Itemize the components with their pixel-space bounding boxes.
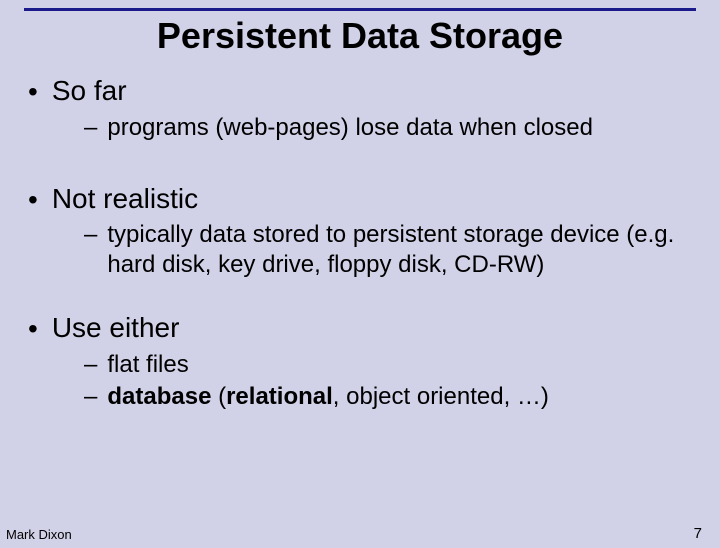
bullet-text: Not realistic bbox=[52, 183, 198, 215]
bullet-dot-icon: • bbox=[28, 312, 38, 346]
bullet-dot-icon: • bbox=[28, 75, 38, 109]
bold-relational: relational bbox=[226, 383, 333, 410]
dash-icon: – bbox=[84, 382, 97, 412]
footer-page-number: 7 bbox=[694, 525, 702, 542]
sub-text: programs (web-pages) lose data when clos… bbox=[107, 113, 593, 143]
dash-icon: – bbox=[84, 220, 97, 250]
slide-title: Persistent Data Storage bbox=[0, 15, 720, 57]
bullet-text: So far bbox=[52, 75, 127, 107]
dash-icon: – bbox=[84, 113, 97, 143]
bullet-dot-icon: • bbox=[28, 183, 38, 217]
bullet-not-realistic: • Not realistic bbox=[28, 183, 692, 217]
bullet-text: Use either bbox=[52, 312, 180, 344]
sub-database: – database (relational, object oriented,… bbox=[84, 382, 692, 412]
paren-open: ( bbox=[211, 383, 226, 410]
slide-content: • So far – programs (web-pages) lose dat… bbox=[0, 75, 720, 412]
bold-database: database bbox=[107, 383, 211, 410]
sub-text: database (relational, object oriented, …… bbox=[107, 382, 549, 412]
rest-text: , object oriented, …) bbox=[333, 383, 549, 410]
bullet-so-far: • So far bbox=[28, 75, 692, 109]
dash-icon: – bbox=[84, 350, 97, 380]
sub-text: flat files bbox=[107, 350, 188, 380]
sub-flat-files: – flat files bbox=[84, 350, 692, 380]
title-rule bbox=[24, 8, 696, 11]
sub-persistent-storage: – typically data stored to persistent st… bbox=[84, 220, 692, 280]
sub-lose-data: – programs (web-pages) lose data when cl… bbox=[84, 113, 692, 143]
sub-text: typically data stored to persistent stor… bbox=[107, 220, 692, 280]
bullet-use-either: • Use either bbox=[28, 312, 692, 346]
